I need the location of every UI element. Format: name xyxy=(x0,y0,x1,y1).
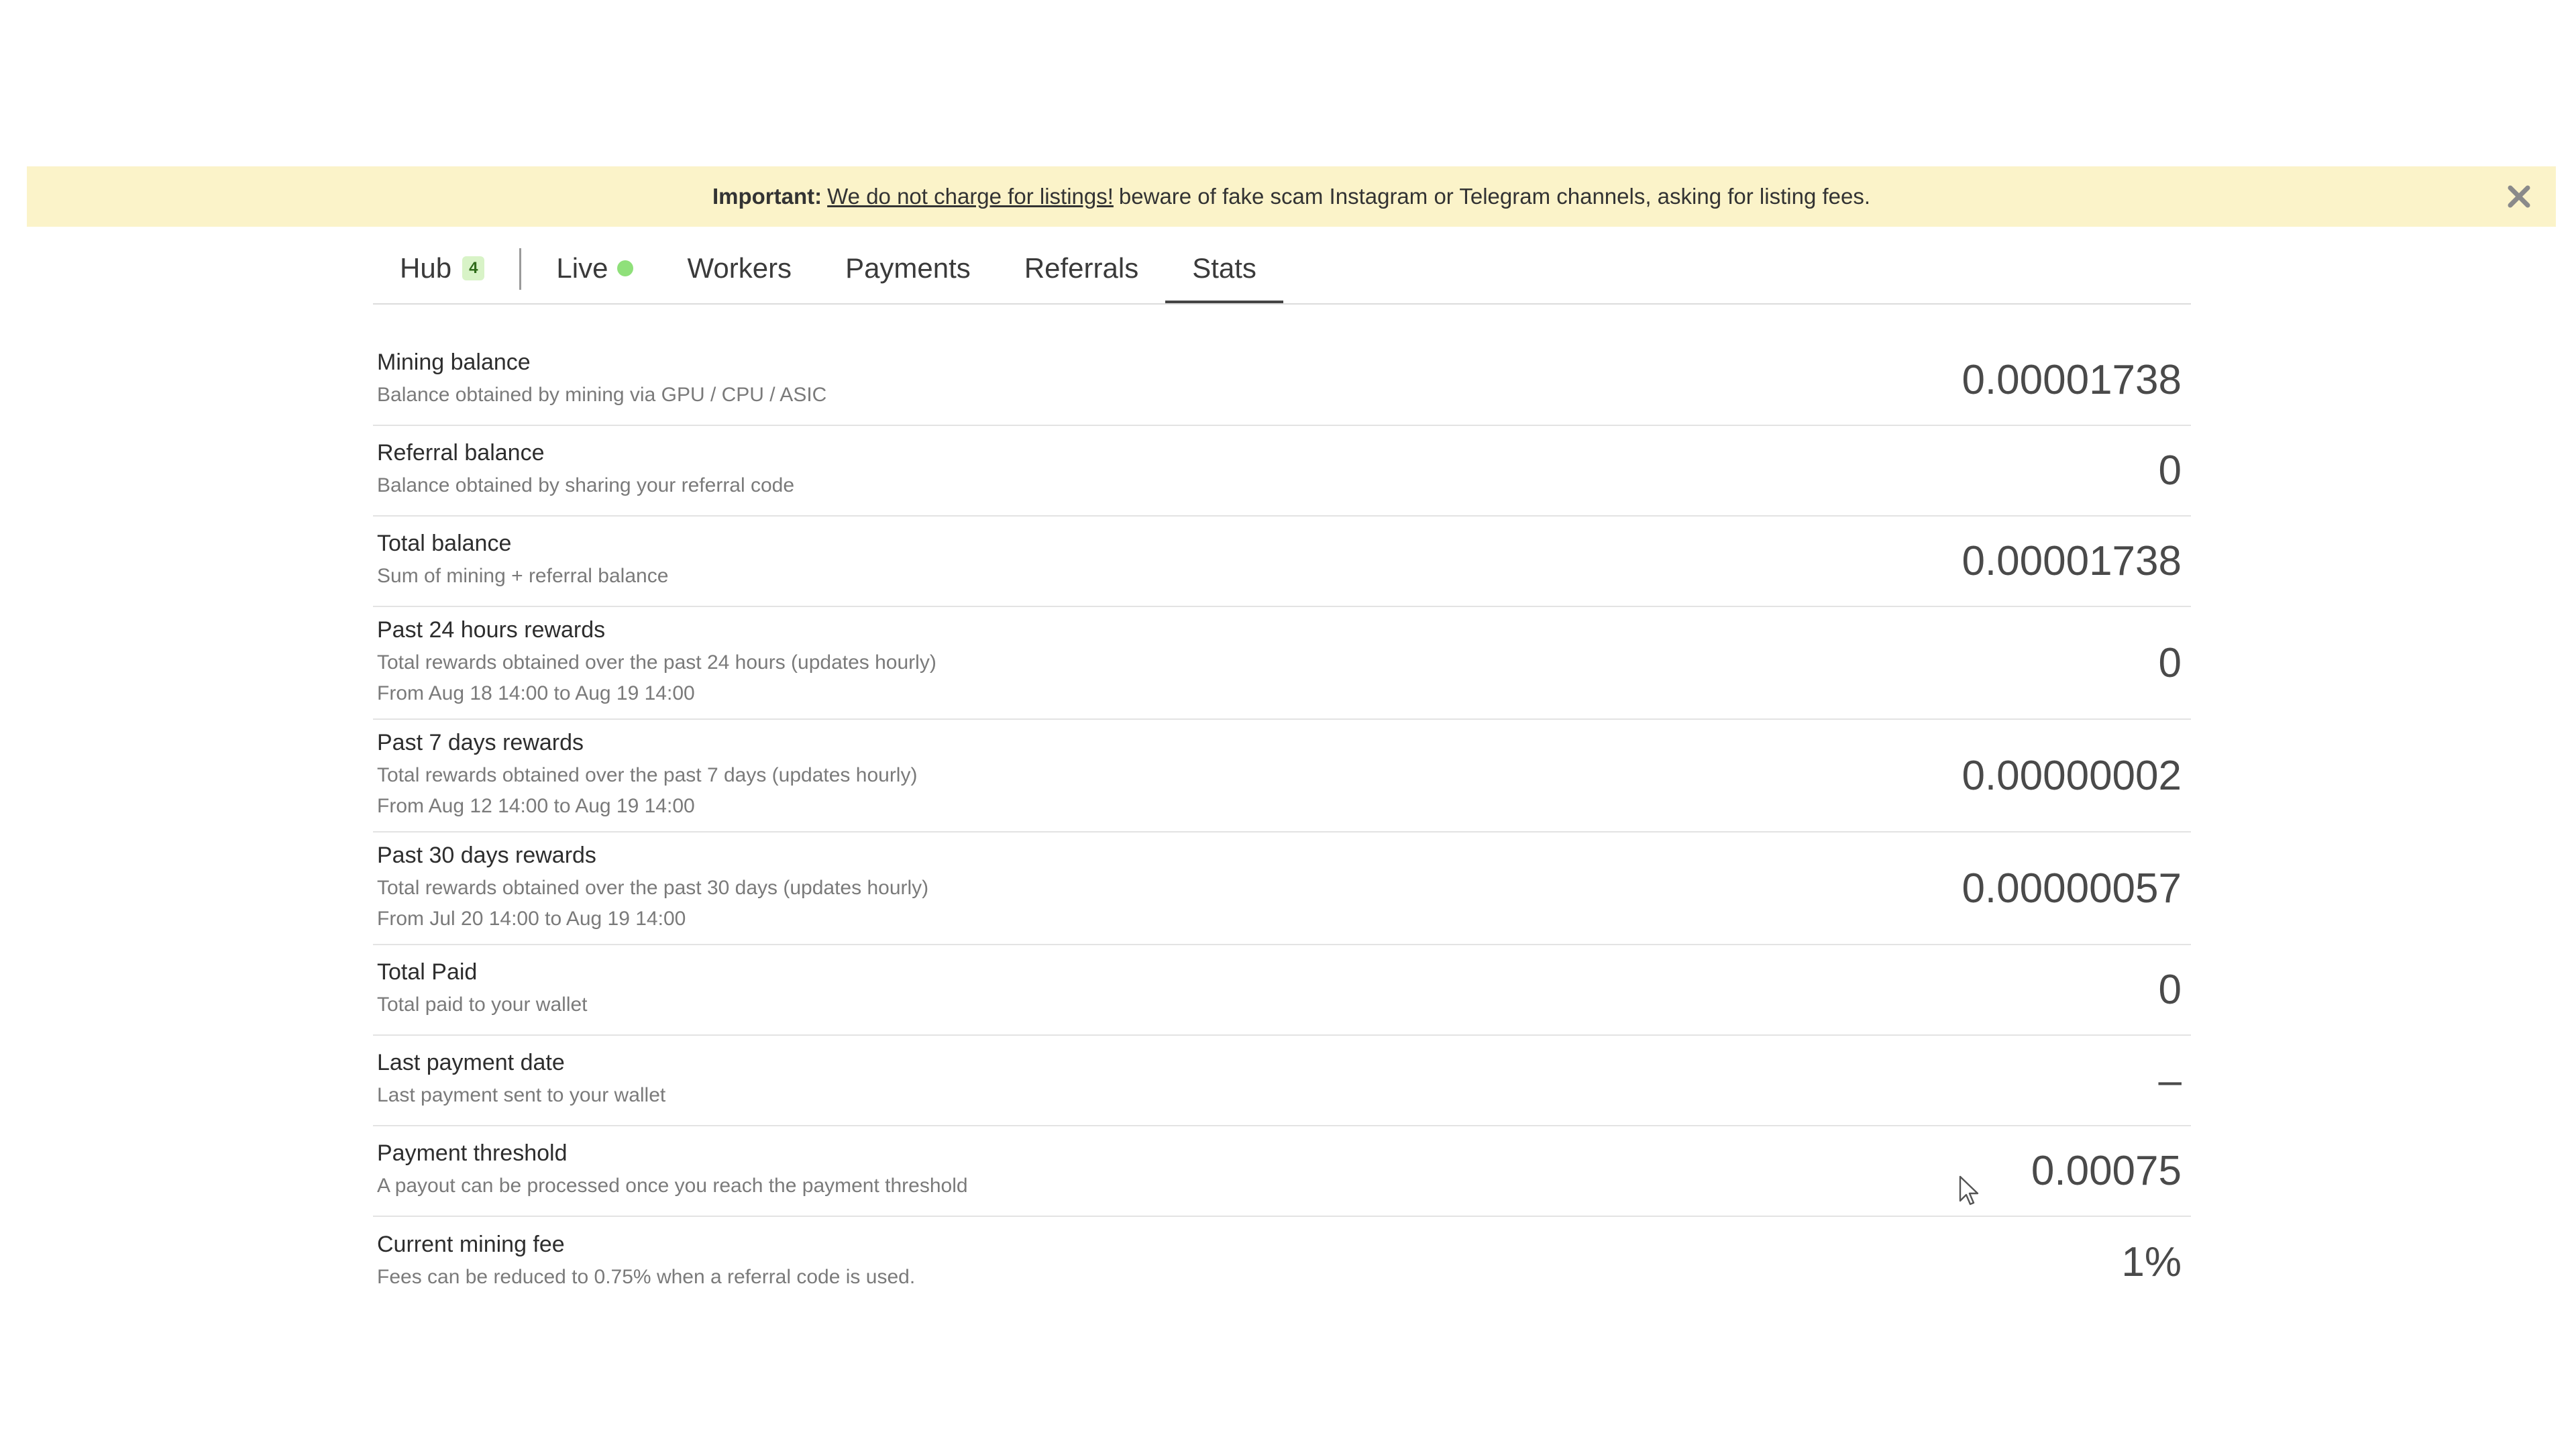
stat-title: Past 30 days rewards xyxy=(377,842,596,868)
stat-date-range: From Aug 12 14:00 to Aug 19 14:00 xyxy=(377,794,695,817)
stat-value: 0.00001738 xyxy=(1962,538,2182,584)
stat-value: 1% xyxy=(2121,1239,2182,1285)
close-icon xyxy=(2508,185,2530,208)
stat-value: – xyxy=(2158,1057,2182,1104)
tab-live-label: Live xyxy=(556,252,608,284)
tab-stats[interactable]: Stats xyxy=(1165,235,1283,303)
stat-row-mining-fee: Current mining fee Fees can be reduced t… xyxy=(373,1217,2191,1307)
stat-row-total-paid: Total Paid Total paid to your wallet 0 xyxy=(373,945,2191,1036)
banner-link[interactable]: We do not charge for listings! xyxy=(827,184,1114,209)
stat-title: Payment threshold xyxy=(377,1140,568,1166)
stat-title: Total Paid xyxy=(377,959,478,985)
stat-row-total-balance: Total balance Sum of mining + referral b… xyxy=(373,517,2191,607)
tab-workers-label: Workers xyxy=(687,252,792,284)
stat-title: Referral balance xyxy=(377,440,545,466)
tab-hub-label: Hub xyxy=(400,252,452,284)
tab-bar: Hub 4 Live Workers Payments Referrals St… xyxy=(373,235,2191,305)
stat-date-range: From Jul 20 14:00 to Aug 19 14:00 xyxy=(377,907,686,930)
tab-live[interactable]: Live xyxy=(529,235,660,302)
stat-value: 0.00001738 xyxy=(1962,357,2182,403)
banner-important-label: Important: xyxy=(712,184,822,209)
stat-description: Last payment sent to your wallet xyxy=(377,1084,666,1106)
banner-message: beware of fake scam Instagram or Telegra… xyxy=(1118,184,1871,209)
stat-value: 0.00075 xyxy=(2031,1148,2182,1194)
tab-hub[interactable]: Hub 4 xyxy=(373,235,511,302)
tab-workers[interactable]: Workers xyxy=(660,235,818,302)
stat-title: Current mining fee xyxy=(377,1232,565,1257)
stat-row-past-30d: Past 30 days rewards Total rewards obtai… xyxy=(373,833,2191,945)
stat-row-referral-balance: Referral balance Balance obtained by sha… xyxy=(373,426,2191,517)
stat-value: 0.00000002 xyxy=(1962,752,2182,799)
close-banner-button[interactable] xyxy=(2501,178,2537,215)
stat-description: Total paid to your wallet xyxy=(377,994,588,1016)
stat-value: 0 xyxy=(2158,639,2182,686)
live-status-dot-icon xyxy=(617,260,634,276)
tab-separator xyxy=(519,248,522,290)
stat-description: Balance obtained by mining via GPU / CPU… xyxy=(377,384,827,406)
tab-payments[interactable]: Payments xyxy=(818,235,998,302)
stat-value: 0.00000057 xyxy=(1962,865,2182,912)
stat-value: 0 xyxy=(2158,447,2182,494)
tab-stats-label: Stats xyxy=(1192,252,1256,284)
stat-row-past-7d: Past 7 days rewards Total rewards obtain… xyxy=(373,720,2191,833)
stat-title: Last payment date xyxy=(377,1050,565,1075)
stat-row-payment-threshold: Payment threshold A payout can be proces… xyxy=(373,1126,2191,1217)
stat-date-range: From Aug 18 14:00 to Aug 19 14:00 xyxy=(377,682,695,704)
tab-referrals[interactable]: Referrals xyxy=(998,235,1165,302)
mouse-cursor-icon xyxy=(1959,1175,1979,1205)
tab-referrals-label: Referrals xyxy=(1024,252,1139,284)
stat-description: A payout can be processed once you reach… xyxy=(377,1175,968,1197)
stat-value: 0 xyxy=(2158,967,2182,1013)
stat-description: Balance obtained by sharing your referra… xyxy=(377,474,795,496)
notice-banner: Important: We do not charge for listings… xyxy=(27,166,2556,227)
hub-count-badge: 4 xyxy=(462,256,485,280)
stat-title: Past 24 hours rewards xyxy=(377,616,606,643)
stat-title: Mining balance xyxy=(377,350,531,375)
stat-row-mining-balance: Mining balance Balance obtained by minin… xyxy=(373,335,2191,426)
stats-list: Mining balance Balance obtained by minin… xyxy=(373,335,2191,1307)
stat-row-last-payment-date: Last payment date Last payment sent to y… xyxy=(373,1036,2191,1126)
stat-title: Past 7 days rewards xyxy=(377,729,584,755)
stat-description: Total rewards obtained over the past 30 … xyxy=(377,876,929,899)
tab-payments-label: Payments xyxy=(845,252,971,284)
stat-description: Fees can be reduced to 0.75% when a refe… xyxy=(377,1266,916,1288)
stat-title: Total balance xyxy=(377,531,512,556)
stat-description: Total rewards obtained over the past 24 … xyxy=(377,651,936,674)
stat-description: Total rewards obtained over the past 7 d… xyxy=(377,763,918,786)
stat-row-past-24h: Past 24 hours rewards Total rewards obta… xyxy=(373,607,2191,720)
stat-description: Sum of mining + referral balance xyxy=(377,565,669,587)
